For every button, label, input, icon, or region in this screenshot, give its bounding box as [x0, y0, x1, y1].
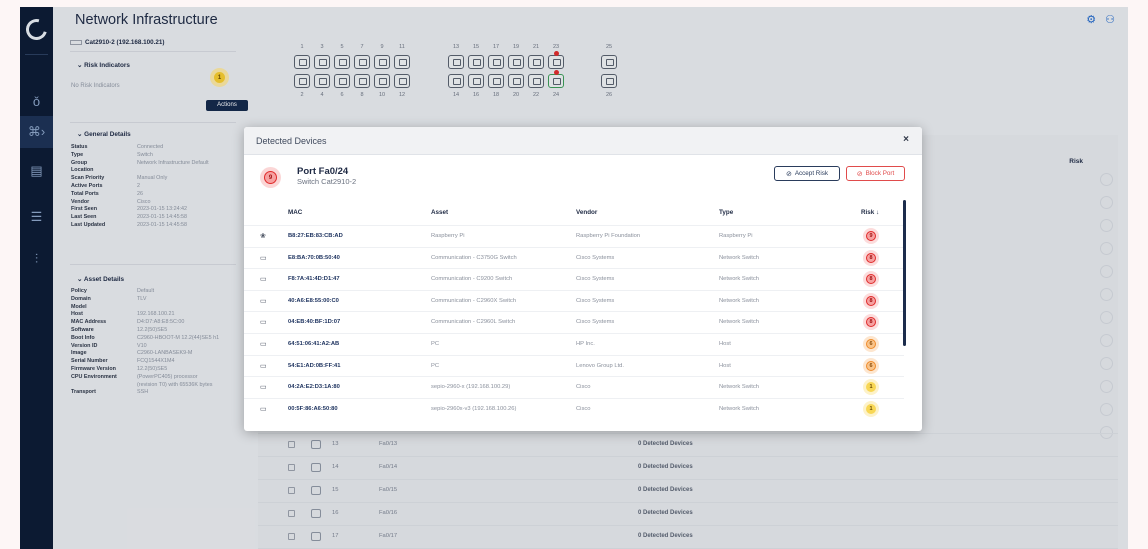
vendor-column-header[interactable]: Vendor	[576, 209, 597, 216]
risk-badge: 1	[863, 379, 879, 396]
risk-badge: 6	[863, 357, 879, 374]
risk-badge: 8	[863, 292, 879, 309]
detected-devices-modal: Detected Devices × 9 Port Fa0/24 Switch …	[244, 127, 922, 431]
asset-cell: Raspberry Pi	[431, 233, 465, 239]
check-icon: ⊘	[785, 170, 792, 178]
vendor-cell: HP Inc.	[576, 341, 595, 347]
type-cell: Network Switch	[719, 297, 759, 304]
type-cell: Network Switch	[719, 405, 759, 412]
risk-value: 1	[866, 403, 876, 414]
type-cell: Network Switch	[719, 254, 759, 261]
device-row[interactable]: ▭ 04:EB:40:BF:1D:07 Communication - C2960L…	[244, 311, 904, 332]
risk-value: 1	[866, 382, 876, 393]
mac-cell[interactable]: 04:2A:E2:D3:1A:80	[288, 384, 340, 390]
asset-cell: PC	[431, 362, 440, 369]
mac-column-header[interactable]: MAC	[288, 209, 302, 216]
device-row[interactable]: ▭ E8:BA:70:0B:50:40 Communication - C3750G…	[244, 246, 904, 268]
laptop-icon: ▭	[260, 341, 267, 348]
block-icon: ⊘	[856, 170, 863, 178]
vendor-cell: Lenovo Group Ltd.	[576, 362, 625, 369]
device-row[interactable]: ▭ 00:5F:86:A6:50:80 sepio-2960x-v3 (192.16…	[244, 397, 904, 419]
type-cell: Network Switch	[719, 276, 759, 283]
vendor-cell: Cisco Systems	[576, 276, 615, 283]
asset-cell: Communication - C2960X Switch	[431, 297, 517, 304]
switch-icon: ▭	[260, 405, 267, 413]
vendor-cell: Cisco	[576, 384, 591, 391]
accept-risk-button[interactable]: ⊘ Accept Risk	[774, 166, 840, 181]
vendor-cell: Cisco Systems	[576, 254, 615, 261]
asset-cell: Communication - C3750G Switch	[431, 254, 517, 261]
type-cell: Raspberry Pi	[719, 233, 753, 239]
mac-cell[interactable]: E8:BA:70:0B:50:40	[288, 255, 340, 261]
risk-value: 8	[866, 295, 876, 306]
port-subtitle: Switch Cat2910-2	[297, 177, 357, 186]
risk-badge: 6	[863, 336, 879, 352]
device-row[interactable]: ▭ 54:E1:AD:0B:FF:41 PC Lenovo Group Ltd. Hos…	[244, 354, 904, 376]
asset-cell: Communication - C9200 Switch	[431, 276, 513, 283]
risk-badge: 8	[863, 249, 879, 266]
mac-cell[interactable]: B8:27:EB:83:CB:AD	[288, 233, 343, 239]
device-row[interactable]: ▭ 04:2A:E2:D3:1A:80 sepio-2960-x (192.168.…	[244, 376, 904, 397]
type-column-header[interactable]: Type	[719, 209, 733, 216]
mac-cell[interactable]: 54:E1:AD:0B:FF:41	[288, 363, 341, 369]
switch-icon: ▭	[260, 319, 267, 327]
mac-cell[interactable]: F8:7A:41:4D:D1:47	[288, 276, 340, 282]
type-cell: Network Switch	[719, 319, 759, 326]
laptop-icon: ▭	[260, 362, 267, 370]
close-icon[interactable]: ×	[903, 134, 909, 145]
risk-badge: 9	[863, 228, 879, 244]
modal-title: Detected Devices	[256, 136, 327, 146]
device-row[interactable]: ▭ 40:A6:E8:55:00:C0 Communication - C2960X…	[244, 289, 904, 311]
device-row[interactable]: ▭ 64:51:06:41:A2:AB PC HP Inc. Host 6	[244, 333, 904, 354]
risk-sort-header[interactable]: Risk ↓	[861, 209, 879, 216]
type-cell: Host	[719, 362, 731, 369]
block-port-label: Block Port	[865, 170, 895, 177]
asset-cell: PC	[431, 341, 440, 347]
block-port-button[interactable]: ⊘ Block Port	[846, 166, 905, 181]
risk-value: 8	[866, 252, 876, 263]
vendor-cell: Cisco Systems	[576, 319, 615, 326]
mac-cell[interactable]: 00:5F:86:A6:50:80	[288, 406, 338, 412]
device-row[interactable]: ▭ F8:7A:41:4D:D1:47 Communication - C9200 …	[244, 268, 904, 289]
port-title: Port Fa0/24	[297, 166, 349, 177]
mac-cell[interactable]: 04:EB:40:BF:1D:07	[288, 319, 340, 325]
asset-column-header[interactable]: Asset	[431, 209, 448, 216]
switch-icon: ▭	[260, 254, 267, 262]
risk-badge: 1	[863, 400, 879, 417]
raspberry-icon: ❀	[260, 233, 266, 240]
switch-icon: ▭	[260, 276, 267, 284]
switch-icon: ▭	[260, 384, 267, 392]
vendor-cell: Cisco	[576, 405, 591, 412]
risk-value: 8	[866, 317, 876, 328]
risk-badge: 8	[863, 271, 879, 288]
asset-cell: Communication - C2960L Switch	[431, 319, 516, 326]
modal-header: Detected Devices ×	[244, 127, 922, 155]
risk-value: 9	[866, 231, 876, 241]
vendor-cell: Cisco Systems	[576, 297, 615, 304]
vendor-cell: Raspberry Pi Foundation	[576, 233, 641, 239]
risk-value: 8	[866, 274, 876, 285]
port-risk-value: 9	[264, 171, 277, 184]
risk-value: 6	[866, 339, 876, 349]
risk-value: 6	[866, 360, 876, 371]
devices-table-header: MAC Asset Vendor Type Risk ↓	[244, 205, 904, 223]
mac-cell[interactable]: 40:A6:E8:55:00:C0	[288, 298, 339, 304]
device-row[interactable]: ❀ B8:27:EB:83:CB:AD Raspberry Pi Raspberry …	[244, 225, 904, 246]
risk-badge: 8	[863, 314, 879, 331]
modal-scrollbar[interactable]	[903, 200, 906, 346]
asset-cell: sepio-2960x-v3 (192.168.100.26)	[431, 405, 517, 412]
port-risk-badge: 9	[260, 167, 281, 188]
switch-icon: ▭	[260, 297, 267, 305]
accept-risk-label: Accept Risk	[794, 170, 829, 177]
type-cell: Network Switch	[719, 384, 759, 391]
type-cell: Host	[719, 341, 731, 347]
mac-cell[interactable]: 64:51:06:41:A2:AB	[288, 341, 339, 347]
asset-cell: sepio-2960-x (192.168.100.29)	[431, 384, 511, 391]
